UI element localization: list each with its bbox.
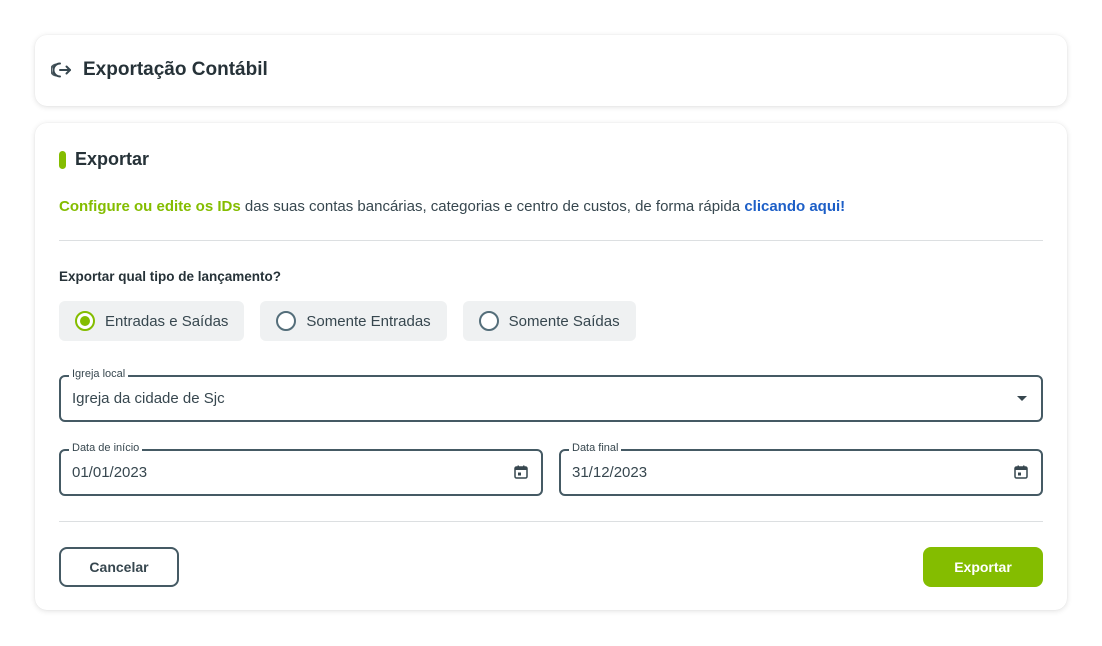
info-text: Configure ou edite os IDs das suas conta… [59, 198, 845, 215]
start-date-label: Data de início [69, 441, 143, 455]
church-select-label: Igreja local [69, 367, 129, 381]
radio-somente-saidas[interactable]: Somente Saídas [462, 301, 636, 341]
divider [59, 521, 1043, 522]
end-date-value: 31/12/2023 [572, 464, 648, 481]
end-date-field[interactable]: Data final 31/12/2023 [559, 441, 1043, 496]
divider [59, 240, 1043, 241]
start-date-field[interactable]: Data de início 01/01/2023 [59, 441, 543, 496]
launch-type-question: Exportar qual tipo de lançamento? [59, 269, 282, 284]
cancel-button[interactable]: Cancelar [59, 547, 179, 587]
calendar-icon[interactable] [1013, 464, 1029, 480]
radio-label: Somente Entradas [306, 312, 431, 330]
page-header: Exportação Contábil [51, 59, 268, 81]
caret-down-icon[interactable] [1017, 396, 1027, 401]
start-date-value: 01/01/2023 [72, 464, 148, 481]
info-middle-text: das suas contas bancárias, categorias e … [240, 198, 745, 215]
header-card: Exportação Contábil [35, 35, 1067, 106]
end-date-label: Data final [569, 441, 622, 455]
section-accent-bar [59, 150, 66, 169]
radio-unchecked-icon [478, 311, 499, 331]
calendar-icon[interactable] [513, 464, 529, 480]
radio-label: Somente Saídas [508, 312, 620, 330]
exit-arrow-icon [51, 59, 73, 81]
radio-checked-icon [75, 311, 95, 331]
click-here-link[interactable]: clicando aqui! [744, 198, 845, 215]
radio-unchecked-icon [276, 311, 297, 331]
page-title: Exportação Contábil [83, 59, 268, 80]
launch-type-radio-group: Entradas e Saídas Somente Entradas Somen… [59, 301, 652, 341]
section-title: Exportar [75, 149, 150, 169]
export-button[interactable]: Exportar [923, 547, 1043, 587]
export-card: Exportar Configure ou edite os IDs das s… [35, 123, 1067, 610]
church-select-value: Igreja da cidade de Sjc [72, 390, 225, 407]
radio-entradas-e-saidas[interactable]: Entradas e Saídas [59, 301, 245, 341]
radio-somente-entradas[interactable]: Somente Entradas [260, 301, 447, 341]
radio-label: Entradas e Saídas [105, 312, 229, 330]
section-header: Exportar [59, 149, 149, 170]
configure-ids-link[interactable]: Configure ou edite os IDs [59, 198, 241, 215]
church-select[interactable]: Igreja local Igreja da cidade de Sjc [59, 367, 1043, 422]
